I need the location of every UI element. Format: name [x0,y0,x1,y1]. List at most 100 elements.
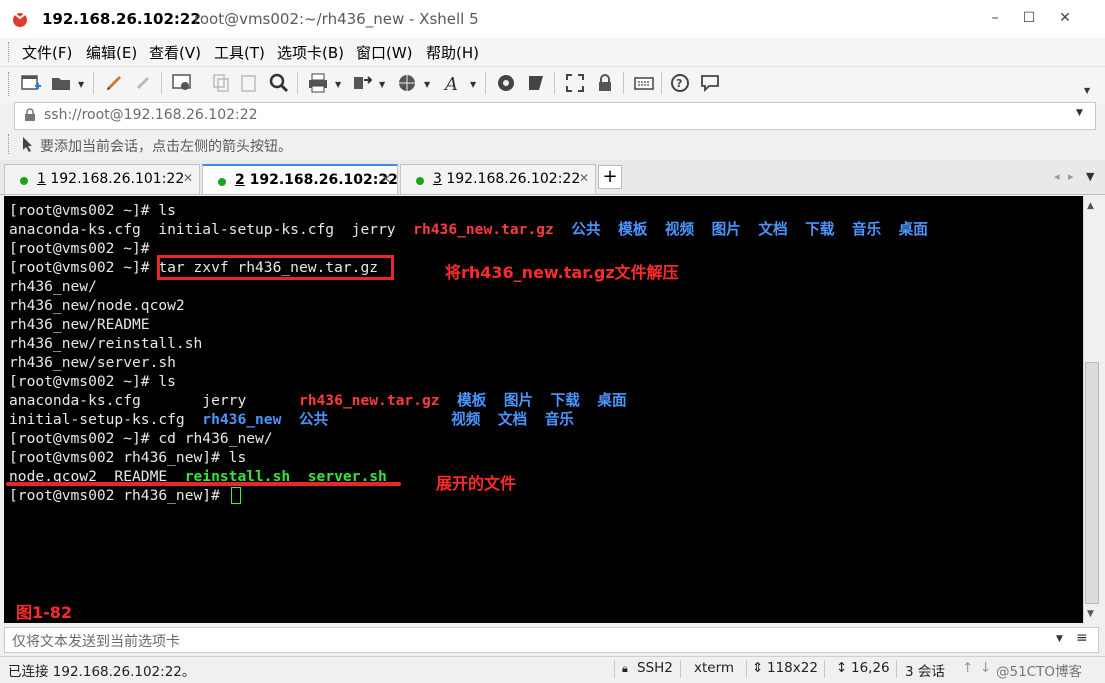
terminal-text: rh436_new.tar.gz [298,392,440,409]
terminal-text: 视频 文档 音乐 [451,411,574,428]
terminal-line: rh436_new/node.qcow2 [9,296,185,315]
window-title: root@vms002:~/rh436_new - Xshell 5 [194,10,479,28]
close-window-button[interactable]: ✕ [1050,5,1080,31]
terminal-line: initial-setup-ks.cfg rh436_new 公共 视频 文档 … [9,410,574,429]
print-dropdown-caret[interactable]: ▼ [335,80,341,89]
terminal-text: anaconda-ks.cfg jerry [9,392,299,409]
connected-status-icon [416,177,424,185]
address-input[interactable]: ssh://root@192.168.26.102:22 [44,107,258,123]
tab-session-3[interactable]: 3 192.168.26.102:22 ✕ [400,164,596,194]
tab-close-icon[interactable]: ✕ [183,171,193,185]
tab-session-1[interactable]: 1 192.168.26.101:22 ✕ [4,164,200,194]
terminal-text: 公共 [298,411,329,428]
resize-icon: ⇕ [752,660,764,676]
scrollbar-thumb[interactable] [1085,362,1099,604]
terminal-line: [root@vms002 ~]# cd rh436_new/ [9,429,273,448]
terminal-line: anaconda-ks.cfg jerry rh436_new.tar.gz 模… [9,391,627,410]
tab-close-icon[interactable]: ✕ [579,171,589,185]
open-folder-icon[interactable] [50,72,72,94]
tab-scroll-right-icon[interactable]: ▸ [1068,170,1074,183]
font-icon[interactable]: A [442,72,464,94]
xshell-logo-icon [13,13,27,27]
hint-grip [8,134,12,154]
help-icon[interactable]: ? [669,72,691,94]
menu-tools[interactable]: 工具(T) [214,42,265,63]
connected-status-icon [218,178,226,186]
terminal-text: rh436_new/ [9,278,97,295]
tab-list-caret[interactable]: ▼ [1086,170,1094,183]
status-separator [680,660,681,678]
annotation-expanded-files: 展开的文件 [436,474,517,493]
copy-icon[interactable] [210,72,232,94]
terminal-text: [root@vms002 ~]# cd rh436_new/ [9,430,273,447]
menu-view[interactable]: 查看(V) [149,42,201,63]
terminal-text: [root@vms002 ~]# [9,240,150,257]
new-tab-button[interactable]: + [598,165,622,189]
terminal-text: rh436_new/node.qcow2 [9,297,185,314]
menu-edit[interactable]: 编辑(E) [86,42,137,63]
terminal-line: [root@vms002 ~]# ls [9,372,176,391]
keyboard-icon[interactable] [633,72,655,94]
print-icon[interactable] [307,72,329,94]
pin-icon[interactable] [132,72,154,94]
status-separator [896,660,897,678]
terminal-screen[interactable]: [root@vms002 rh436_new]# node.qcow2 READ… [4,196,1083,623]
toolbar-overflow-caret[interactable]: ▼ [1084,86,1090,95]
tab-close-icon[interactable]: ✕ [381,172,391,186]
status-connection: 已连接 192.168.26.102:22。 [8,664,196,680]
minimize-button[interactable]: – [980,5,1010,31]
compose-menu-icon[interactable]: ≡ [1076,630,1088,646]
watermark: @51CTO博客 [996,664,1082,680]
terminal-line: rh436_new/ [9,277,97,296]
tab-session-2[interactable]: 2 192.168.26.102:22 ✕ [202,164,398,194]
status-protocol: SSH2 [637,660,673,676]
address-dropdown-caret[interactable]: ▼ [1076,108,1083,118]
terminal-text: 模板 图片 下载 桌面 [457,392,627,409]
properties-icon[interactable] [171,72,193,94]
transfer-dropdown-caret[interactable]: ▼ [379,80,385,89]
font-dropdown-caret[interactable]: ▼ [470,80,476,89]
tab-scroll-left-icon[interactable]: ◂ [1054,170,1060,183]
menu-help[interactable]: 帮助(H) [426,42,479,63]
menu-file[interactable]: 文件(F) [22,42,72,63]
terminal-text: anaconda-ks.cfg initial-setup-ks.cfg jer… [9,221,414,238]
lock-icon[interactable] [594,72,616,94]
xftp-icon[interactable] [495,72,517,94]
open-dropdown-caret[interactable]: ▼ [78,80,84,89]
toolbar-separator [554,72,555,94]
terminal-line: rh436_new/README [9,315,150,334]
terminal-text: 公共 模板 视频 图片 文档 下载 音乐 桌面 [571,221,928,238]
compose-dropdown-caret[interactable]: ▼ [1056,634,1063,644]
toolbar-grip [8,72,12,96]
globe-icon[interactable] [396,72,418,94]
scroll-up-icon[interactable]: ▲ [1087,201,1094,211]
terminal-line: rh436_new/reinstall.sh [9,334,202,353]
fullscreen-icon[interactable] [564,72,586,94]
globe-dropdown-caret[interactable]: ▼ [424,80,430,89]
previous-session-icon[interactable]: ↑ [962,660,973,676]
terminal-text: rh436_new/reinstall.sh [9,335,203,352]
status-separator [824,660,825,678]
chat-icon[interactable] [699,72,721,94]
next-session-icon[interactable]: ↓ [980,660,991,676]
menu-window[interactable]: 窗口(W) [356,42,413,63]
terminal-line: [root@vms002 ~]# [9,239,150,258]
arrow-pointer-icon[interactable] [20,135,36,153]
hint-text: 要添加当前会话，点击左侧的箭头按钮。 [40,139,292,155]
paste-icon[interactable] [238,72,260,94]
edit-icon[interactable] [103,72,125,94]
scroll-down-icon[interactable]: ▼ [1087,609,1094,619]
xagent-icon[interactable] [525,72,547,94]
menu-tabs[interactable]: 选项卡(B) [277,42,344,63]
terminal-line: anaconda-ks.cfg initial-setup-ks.cfg jer… [9,220,928,239]
find-icon[interactable] [268,72,290,94]
transfer-icon[interactable] [351,72,373,94]
status-terminal-type: xterm [694,660,735,676]
toolbar-separator [661,72,662,94]
compose-input[interactable]: 仅将文本发送到当前选项卡 [12,631,180,651]
new-session-icon[interactable] [20,72,42,94]
highlight-underline-files [6,482,401,486]
maximize-button[interactable]: ☐ [1014,5,1044,31]
